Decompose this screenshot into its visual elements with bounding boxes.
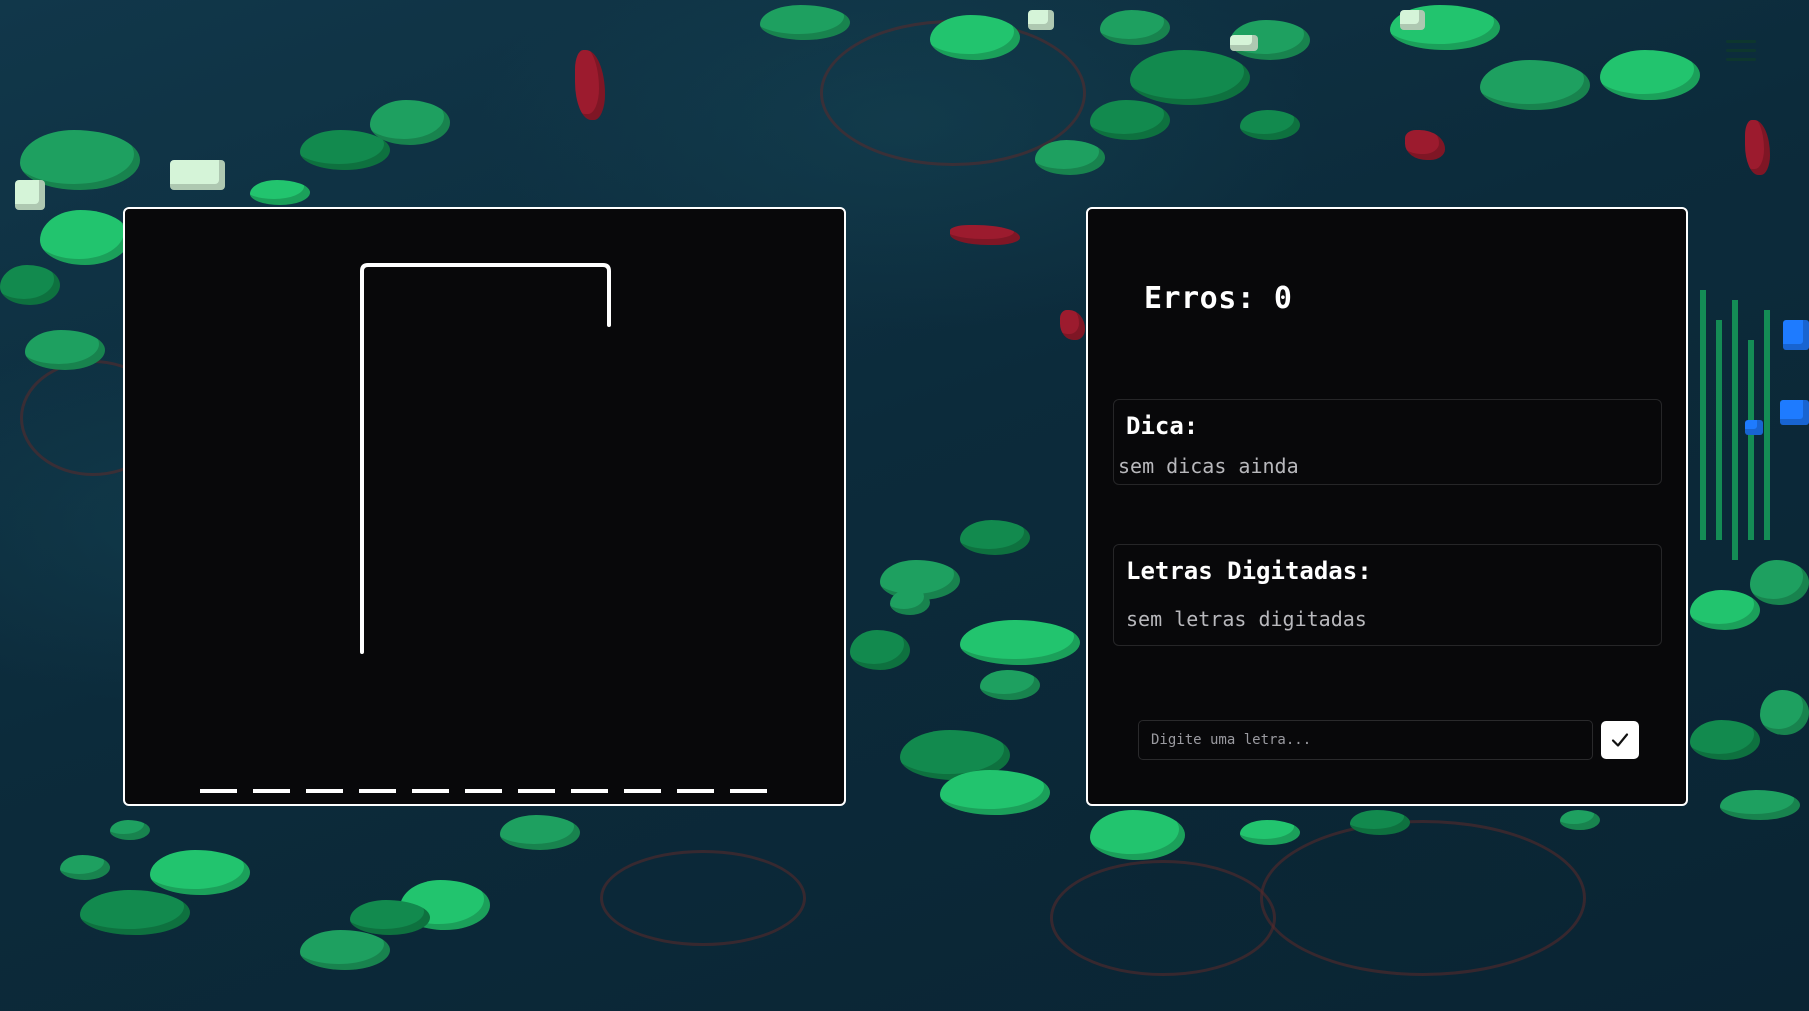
blue-flower	[1745, 420, 1763, 435]
lily-pad	[930, 15, 1020, 60]
letter-blank	[412, 789, 449, 793]
red-leaf	[1745, 120, 1770, 175]
letter-blank	[624, 789, 661, 793]
flower-petal	[1400, 10, 1425, 30]
lily-pad	[1600, 50, 1700, 100]
lily-pad	[1240, 110, 1300, 140]
lily-pad	[1560, 810, 1600, 830]
letter-blank	[677, 789, 714, 793]
lily-pad	[150, 850, 250, 895]
gallows-drawing	[360, 263, 611, 654]
lily-pad	[1240, 820, 1300, 845]
lily-pad	[1760, 690, 1809, 735]
lily-pad	[1035, 140, 1105, 175]
lily-pad	[110, 820, 150, 840]
menu-bar	[1726, 58, 1756, 61]
letter-input[interactable]	[1138, 720, 1593, 760]
word-blanks	[200, 789, 767, 793]
lily-pad	[500, 815, 580, 850]
lily-pad	[850, 630, 910, 670]
flower-petal	[1028, 10, 1054, 30]
grass-blade	[1716, 320, 1722, 540]
flower-petal	[170, 160, 225, 190]
lily-pad	[350, 900, 430, 935]
letter-blank	[730, 789, 767, 793]
lily-pad	[1750, 560, 1809, 605]
letter-blank	[253, 789, 290, 793]
letter-blank	[200, 789, 237, 793]
typed-letters-title: Letras Digitadas:	[1126, 557, 1372, 585]
errors-counter: Erros: 0	[1144, 281, 1293, 316]
lily-pad	[250, 180, 310, 205]
gallows-panel	[123, 207, 846, 806]
red-leaf	[950, 225, 1020, 245]
flower-petal	[1230, 35, 1258, 51]
lily-pad	[1480, 60, 1590, 110]
grass-blade	[1764, 310, 1770, 540]
menu-bar	[1726, 49, 1756, 52]
lily-pad	[760, 5, 850, 40]
lily-pad	[40, 210, 130, 265]
vine-decoration	[1260, 820, 1586, 976]
lily-pad	[890, 590, 930, 615]
lily-pad	[980, 670, 1040, 700]
lily-pad	[1130, 50, 1250, 105]
lily-pad	[370, 100, 450, 145]
lily-pad	[25, 330, 105, 370]
hamburger-menu-icon[interactable]	[1726, 40, 1756, 62]
lily-pad	[1090, 100, 1170, 140]
letter-blank	[465, 789, 502, 793]
red-leaf	[575, 50, 605, 120]
gallows-frame	[360, 263, 611, 654]
lily-pad	[1720, 790, 1800, 820]
lily-pad	[60, 855, 110, 880]
check-icon	[1611, 733, 1629, 747]
lily-pad	[1690, 590, 1760, 630]
lily-pad	[80, 890, 190, 935]
letter-blank	[359, 789, 396, 793]
lily-pad	[1100, 10, 1170, 45]
hint-card: Dica: sem dicas ainda	[1113, 399, 1662, 485]
red-leaf	[1060, 310, 1085, 340]
menu-bar	[1726, 40, 1756, 43]
grass-blade	[1700, 290, 1706, 540]
grass-blade	[1732, 300, 1738, 560]
info-panel: Erros: 0 Dica: sem dicas ainda Letras Di…	[1086, 207, 1688, 806]
hint-title: Dica:	[1126, 412, 1199, 440]
letter-blank	[518, 789, 555, 793]
lily-pad	[1090, 810, 1185, 860]
hint-text: sem dicas ainda	[1118, 454, 1299, 478]
lily-pad	[940, 770, 1050, 815]
blue-flower	[1783, 320, 1809, 350]
typed-letters-text: sem letras digitadas	[1126, 607, 1367, 631]
submit-letter-button[interactable]	[1601, 721, 1639, 759]
lily-pad	[0, 265, 60, 305]
letter-blank	[306, 789, 343, 793]
vine-decoration	[600, 850, 806, 946]
typed-letters-card: Letras Digitadas: sem letras digitadas	[1113, 544, 1662, 646]
red-leaf	[1405, 130, 1445, 160]
blue-flower	[1780, 400, 1809, 425]
flower-petal	[15, 180, 45, 210]
lily-pad	[1690, 720, 1760, 760]
lily-pad	[300, 930, 390, 970]
lily-pad	[960, 620, 1080, 665]
vine-decoration	[1050, 860, 1276, 976]
lily-pad	[1350, 810, 1410, 835]
letter-blank	[571, 789, 608, 793]
grass-blade	[1748, 340, 1754, 540]
lily-pad	[960, 520, 1030, 555]
